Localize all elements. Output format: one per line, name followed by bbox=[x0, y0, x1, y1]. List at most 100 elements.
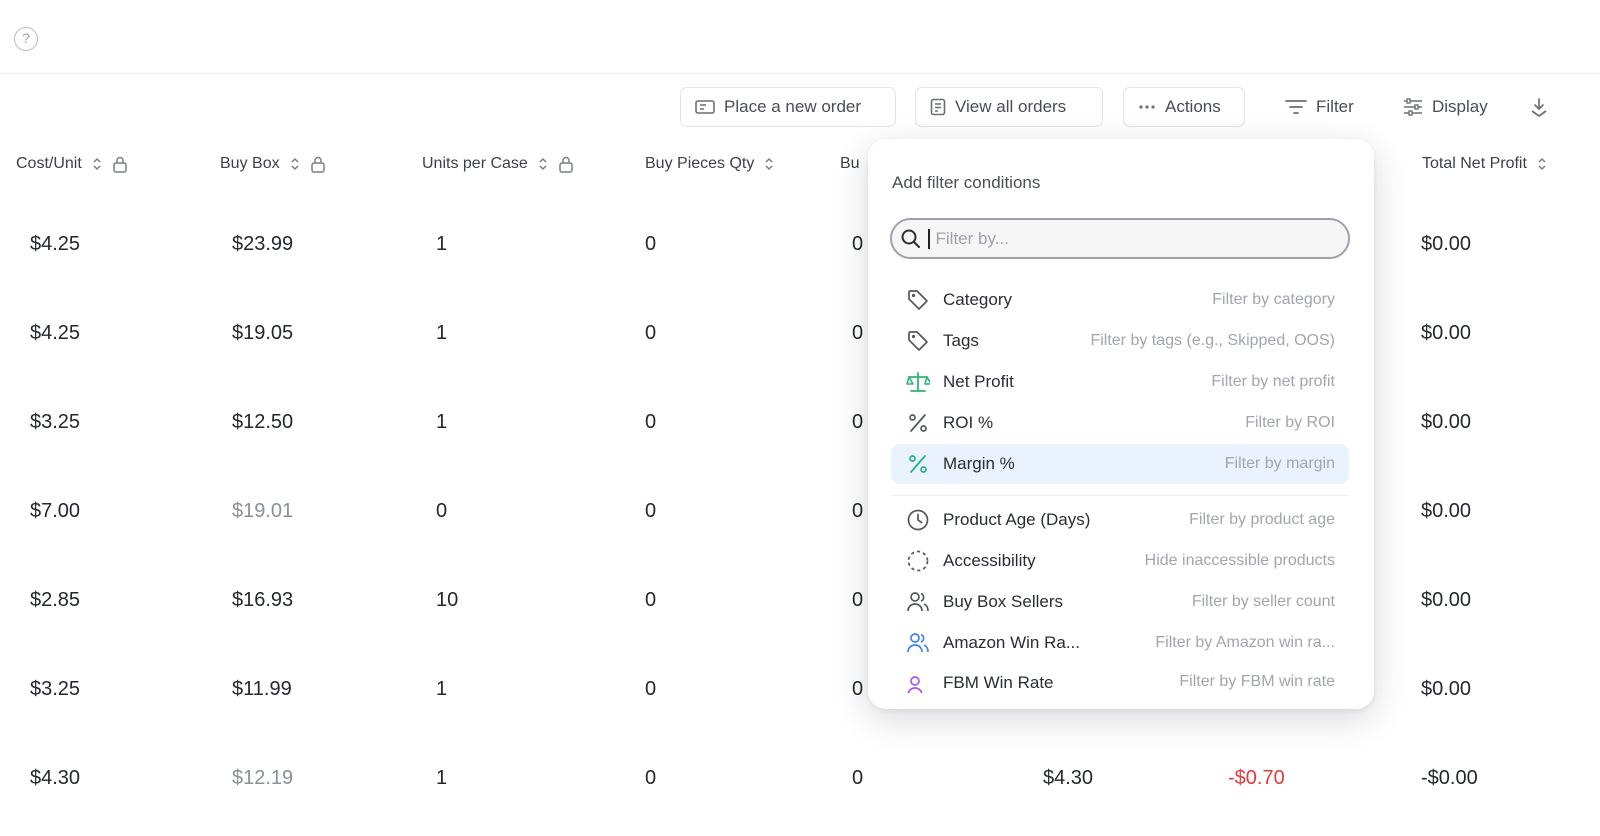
section-divider bbox=[891, 495, 1349, 496]
actions-label: Actions bbox=[1165, 97, 1221, 116]
sort-icon[interactable] bbox=[764, 156, 774, 172]
filter-option-net-profit[interactable]: Net Profit Filter by net profit bbox=[891, 362, 1349, 402]
column-header-buy-box[interactable]: Buy Box bbox=[220, 149, 326, 179]
buy-pieces-qty-cell: 0 bbox=[645, 500, 657, 522]
buy-pieces-qty-cell: 0 bbox=[645, 589, 657, 611]
filter-option-description: Filter by FBM win rate bbox=[1179, 673, 1335, 690]
bu-cell: 0 bbox=[852, 411, 864, 433]
filter-option-buy-box-sellers[interactable]: Buy Box Sellers Filter by seller count bbox=[891, 582, 1349, 622]
filter-option-label: Buy Box Sellers bbox=[943, 592, 1063, 611]
filter-option-label: ROI % bbox=[943, 413, 994, 432]
filter-option-label: Category bbox=[943, 290, 1012, 309]
filter-search-input[interactable] bbox=[935, 228, 1336, 249]
scale-icon bbox=[905, 369, 931, 395]
filter-option-roi[interactable]: ROI % Filter by ROI bbox=[891, 403, 1349, 443]
users-icon bbox=[905, 589, 931, 615]
total-net-profit-cell: $0.00 bbox=[1421, 500, 1472, 522]
tag-icon bbox=[905, 287, 931, 313]
filter-option-description: Filter by ROI bbox=[1245, 414, 1335, 431]
display-button[interactable]: Display bbox=[1388, 87, 1512, 127]
buy-box-cell: $12.19 bbox=[232, 767, 294, 789]
cost-unit-cell: $2.85 bbox=[30, 589, 81, 611]
filter-option-margin[interactable]: Margin % Filter by margin bbox=[891, 444, 1349, 484]
filter-button[interactable]: Filter bbox=[1270, 87, 1376, 127]
total-net-profit-cell: $0.00 bbox=[1421, 589, 1472, 611]
users-blue-icon bbox=[905, 630, 931, 656]
filter-option-description: Filter by tags (e.g., Skipped, OOS) bbox=[1090, 332, 1335, 349]
sort-icon[interactable] bbox=[538, 156, 548, 172]
cost-unit-cell: $3.25 bbox=[30, 678, 81, 700]
display-label: Display bbox=[1432, 97, 1488, 116]
text-caret bbox=[928, 228, 930, 249]
buy-box-cell: $19.05 bbox=[232, 322, 294, 344]
filter-search-box[interactable] bbox=[890, 218, 1350, 259]
units-per-case-cell: 0 bbox=[436, 500, 448, 522]
buy-pieces-qty-cell: 0 bbox=[645, 678, 657, 700]
buy-pieces-qty-cell: 0 bbox=[645, 233, 657, 255]
view-orders-button[interactable]: View all orders bbox=[915, 87, 1103, 127]
bu-cell: 0 bbox=[852, 233, 864, 255]
buy-pieces-qty-cell: 0 bbox=[645, 767, 657, 789]
column-header-label: Buy Box bbox=[220, 155, 280, 172]
document-icon bbox=[930, 98, 946, 116]
column-header-total-net-profit[interactable]: Total Net Profit bbox=[1422, 149, 1547, 179]
filter-option-label: Accessibility bbox=[943, 551, 1036, 570]
units-per-case-cell: 10 bbox=[436, 589, 459, 611]
filter-option-description: Filter by seller count bbox=[1191, 593, 1335, 610]
filter-option-amazon-win-rate[interactable]: Amazon Win Ra... Filter by Amazon win ra… bbox=[891, 623, 1349, 663]
filter-option-description: Filter by margin bbox=[1224, 455, 1335, 472]
popover-title: Add filter conditions bbox=[892, 173, 1041, 192]
bu-cell: 0 bbox=[852, 767, 864, 789]
total-net-profit-cell: $0.00 bbox=[1421, 678, 1472, 700]
place-order-button[interactable]: Place a new order bbox=[680, 87, 896, 127]
units-per-case-cell: 1 bbox=[436, 767, 448, 789]
buy-box-cell: $16.93 bbox=[232, 589, 294, 611]
column-header-cost-unit[interactable]: Cost/Unit bbox=[16, 149, 128, 179]
view-orders-label: View all orders bbox=[955, 97, 1067, 116]
cost-unit-cell: $4.25 bbox=[30, 233, 81, 255]
cost-unit-cell: $3.25 bbox=[30, 411, 81, 433]
export-button[interactable] bbox=[1520, 87, 1560, 127]
top-bar: ? bbox=[0, 0, 1600, 74]
filter-option-tags[interactable]: Tags Filter by tags (e.g., Skipped, OOS) bbox=[891, 321, 1349, 361]
units-per-case-cell: 1 bbox=[436, 322, 448, 344]
filter-option-category[interactable]: Category Filter by category bbox=[891, 280, 1349, 320]
ellipsis-icon bbox=[1139, 105, 1155, 109]
filter-option-label: Net Profit bbox=[943, 372, 1014, 391]
filter-option-description: Filter by Amazon win ra... bbox=[1155, 634, 1335, 651]
filter-popover: Add filter conditions Category Filter by… bbox=[868, 139, 1374, 709]
column-header-label: Units per Case bbox=[422, 155, 528, 172]
lock-icon[interactable] bbox=[310, 155, 326, 173]
filter-option-label: Amazon Win Ra... bbox=[943, 633, 1080, 652]
filter-option-accessibility[interactable]: Accessibility Hide inaccessible products bbox=[891, 541, 1349, 581]
column-header-label: Buy Pieces Qty bbox=[645, 155, 755, 172]
column-header-bu[interactable]: Bu bbox=[840, 149, 860, 179]
tag-icon bbox=[905, 328, 931, 354]
bu-cell: 0 bbox=[852, 589, 864, 611]
column-header-label: Cost/Unit bbox=[16, 155, 82, 172]
percent-icon bbox=[905, 410, 931, 436]
sort-icon[interactable] bbox=[92, 156, 102, 172]
actions-button[interactable]: Actions bbox=[1123, 87, 1245, 127]
column-header-units-per-case[interactable]: Units per Case bbox=[422, 149, 574, 179]
clock-icon bbox=[905, 507, 931, 533]
column-header-buy-pieces-qty[interactable]: Buy Pieces Qty bbox=[645, 149, 774, 179]
lock-icon[interactable] bbox=[558, 155, 574, 173]
filter-option-description: Filter by category bbox=[1212, 291, 1335, 308]
dashed-circle-icon bbox=[905, 548, 931, 574]
filter-icon bbox=[1285, 100, 1307, 114]
cost-cell: $4.30 bbox=[1043, 767, 1094, 789]
column-header-label: Bu bbox=[840, 155, 860, 172]
bu-cell: 0 bbox=[852, 500, 864, 522]
filter-option-label: Product Age (Days) bbox=[943, 510, 1091, 529]
sort-icon[interactable] bbox=[1537, 156, 1547, 172]
filter-option-product-age[interactable]: Product Age (Days) Filter by product age bbox=[891, 500, 1349, 540]
help-icon[interactable]: ? bbox=[14, 27, 38, 51]
sort-icon[interactable] bbox=[290, 156, 300, 172]
total-net-profit-cell: $0.00 bbox=[1421, 322, 1472, 344]
cost-unit-cell: $4.30 bbox=[30, 767, 81, 789]
buy-box-cell: $19.01 bbox=[232, 500, 294, 522]
filter-option-fbm-win-rate[interactable]: FBM Win Rate Filter by FBM win rate bbox=[891, 671, 1349, 693]
lock-icon[interactable] bbox=[112, 155, 128, 173]
filter-option-label: Margin % bbox=[943, 454, 1015, 473]
